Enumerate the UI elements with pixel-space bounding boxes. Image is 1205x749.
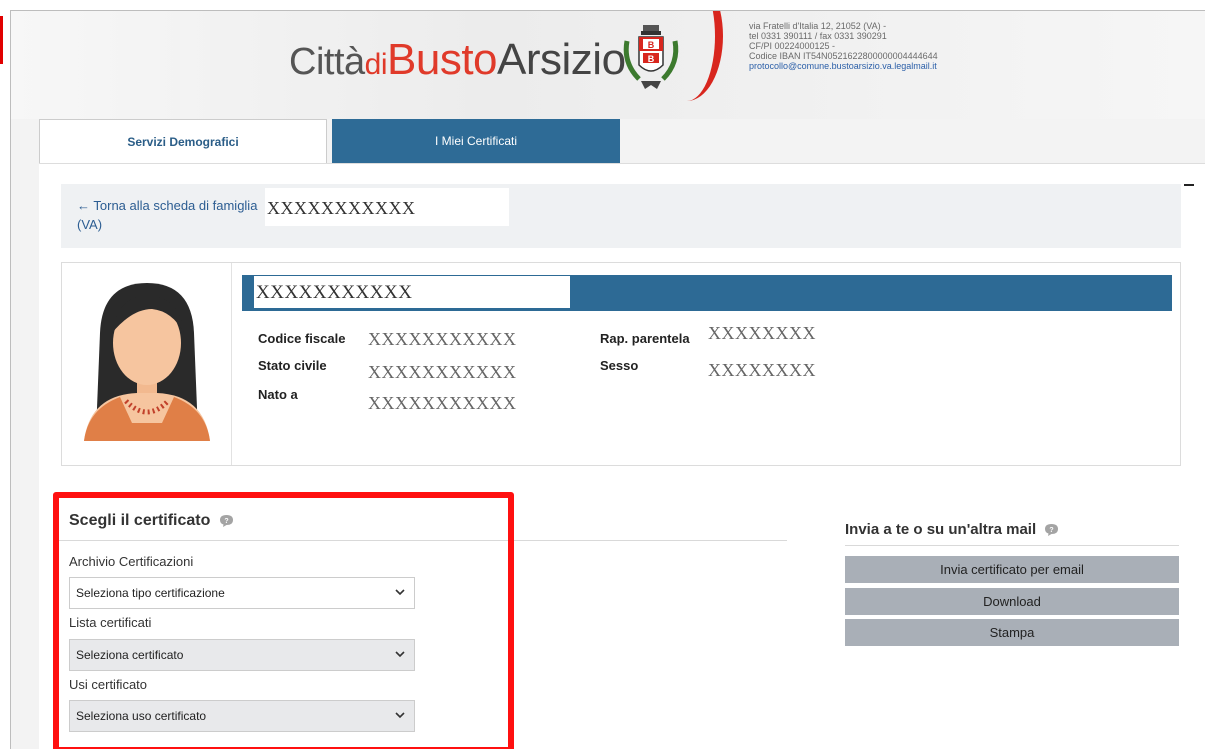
highlight-corner-mark (0, 16, 3, 64)
collapse-icon[interactable] (1184, 184, 1194, 186)
sesso-label: Sesso (600, 358, 639, 373)
nato-a-value: XXXXXXXXXXX (368, 393, 517, 413)
back-bar: ← Torna alla scheda di famiglia (VA) XXX… (61, 184, 1181, 248)
arrow-left-icon: ← (77, 198, 94, 213)
send-title: Invia a te o su un'altra mail ? (845, 521, 1059, 538)
female-avatar-icon (84, 283, 210, 441)
chevron-down-icon (395, 712, 405, 719)
tab-servizi-demografici[interactable]: Servizi Demografici (39, 119, 327, 164)
pec-email-link[interactable]: protocollo@comune.bustoarsizio.va.legalm… (749, 61, 938, 71)
site-logo-text[interactable]: CittàdiBustoArsizio (289, 35, 626, 85)
family-name-masked: XXXXXXXXXXX (265, 188, 509, 226)
browser-frame: CittàdiBustoArsizio B B via Fratelli d'I… (10, 10, 1205, 749)
codice-fiscale-label: Codice fiscale (258, 331, 346, 346)
usi-selected: Seleziona uso certificato (76, 709, 207, 723)
svg-text:?: ? (1050, 527, 1054, 534)
send-title-text: Invia a te o su un'altra mail (845, 521, 1037, 538)
svg-text:B: B (648, 54, 655, 64)
address-line: Codice IBAN IT54N0521622800000004444644 (749, 51, 938, 61)
rap-parentela-label: Rap. parentela (600, 331, 690, 346)
header-address: via Fratelli d'Italia 12, 21052 (VA) - t… (749, 21, 938, 71)
person-name-masked: XXXXXXXXXXX (254, 276, 570, 308)
brand-busto: Busto (387, 35, 498, 84)
certificate-selection-highlight: Scegli il certificato ? Archivio Certifi… (53, 492, 514, 749)
city-crest-icon: B B (623, 25, 679, 89)
rap-parentela-value: XXXXXXXX (708, 323, 816, 343)
lista-selected: Seleziona certificato (76, 648, 184, 662)
svg-text:?: ? (224, 518, 228, 525)
site-header: CittàdiBustoArsizio B B via Fratelli d'I… (11, 11, 1205, 119)
stato-civile-label: Stato civile (258, 358, 327, 373)
archivio-selected: Seleziona tipo certificazione (76, 586, 225, 600)
help-bubble-icon[interactable]: ? (1044, 524, 1059, 537)
download-button[interactable]: Download (845, 588, 1179, 615)
address-line: tel 0331 390111 / fax 0331 390291 (749, 31, 887, 41)
certificate-title: Scegli il certificato ? (69, 512, 234, 530)
address-line: CF/PI 00224000125 - (749, 41, 836, 51)
usi-label: Usi certificato (69, 677, 148, 692)
brand-citta: Città (289, 41, 365, 83)
chevron-down-icon (395, 651, 405, 658)
lista-select[interactable]: Seleziona certificato (69, 639, 415, 671)
brand-arsizio: Arsizio (497, 35, 626, 84)
tab-miei-certificati[interactable]: I Miei Certificati (332, 119, 620, 163)
email-certificate-button[interactable]: Invia certificato per email (845, 556, 1179, 583)
archivio-select[interactable]: Seleziona tipo certificazione (69, 577, 415, 609)
usi-select[interactable]: Seleziona uso certificato (69, 700, 415, 732)
nato-a-label: Nato a (258, 387, 298, 402)
back-to-family-link[interactable]: ← Torna alla scheda di famiglia (VA) (77, 196, 267, 234)
stato-civile-value: XXXXXXXXXXX (368, 362, 517, 382)
archivio-label: Archivio Certificazioni (69, 554, 194, 569)
print-button[interactable]: Stampa (845, 619, 1179, 646)
send-divider (845, 545, 1179, 546)
certificate-title-text: Scegli il certificato (69, 512, 211, 529)
main-panel: ← Torna alla scheda di famiglia (VA) XXX… (39, 163, 1205, 749)
svg-text:B: B (648, 40, 655, 50)
avatar (62, 263, 232, 465)
person-card: XXXXXXXXXXX Codice fiscale XXXXXXXXXXX S… (61, 262, 1181, 466)
address-line: via Fratelli d'Italia 12, 21052 (VA) - (749, 21, 887, 31)
codice-fiscale-value: XXXXXXXXXXX (368, 329, 517, 349)
back-link-label: Torna alla scheda di famiglia (VA) (77, 198, 258, 232)
chevron-down-icon (395, 589, 405, 596)
brand-di: di (364, 48, 388, 81)
help-bubble-icon[interactable]: ? (219, 514, 234, 527)
sesso-value: XXXXXXXX (708, 360, 816, 380)
lista-label: Lista certificati (69, 615, 152, 630)
